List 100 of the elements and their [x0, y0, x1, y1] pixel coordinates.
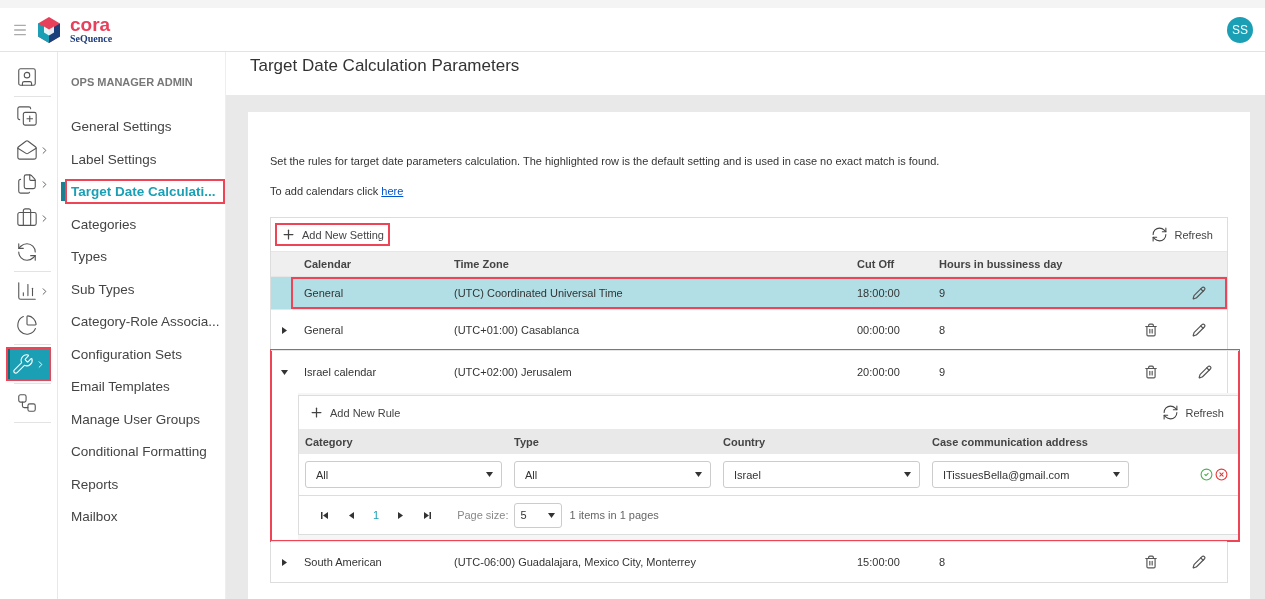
triangle-icon: [281, 326, 288, 334]
dropdown[interactable]: All: [305, 461, 502, 488]
column-header: Type: [513, 435, 540, 448]
table-cell-text: 9: [938, 366, 947, 378]
menu-item[interactable]: General Settings: [65, 114, 225, 139]
logo-name: cora: [70, 15, 112, 34]
refresh-icon: [1151, 226, 1169, 243]
confirm-button[interactable]: [1200, 468, 1213, 481]
intro-text: Set the rules for target date parameters calculation. The highlighted row is the default setting and is used in case no exact match is found.: [270, 155, 941, 167]
expand-toggle[interactable]: [281, 558, 288, 566]
column-header: Category: [304, 435, 354, 448]
person-card-icon: [16, 66, 38, 88]
edit-button[interactable]: [1192, 286, 1206, 300]
last-page-icon: [424, 511, 432, 519]
delete-button[interactable]: [1144, 323, 1158, 337]
logo-icon: [38, 16, 60, 43]
caret-icon: [1113, 472, 1120, 477]
plus-icon: [309, 405, 324, 420]
logo-tagline: SeQuence: [70, 34, 113, 44]
table-cell-text: South American: [303, 556, 383, 568]
caret-icon: [695, 472, 702, 477]
trash-icon: [1144, 555, 1158, 569]
table-cell-text: (UTC-06:00) Guadalajara, Mexico City, Monterrey: [453, 556, 697, 568]
nav-rail-button[interactable]: [6, 347, 51, 381]
section-title: OPS MANAGER ADMIN: [71, 76, 194, 88]
documents-icon: [16, 173, 38, 195]
column-header: Country: [722, 435, 767, 448]
column-header: Time Zone: [453, 258, 510, 270]
expand-toggle[interactable]: [281, 326, 288, 334]
page-size-label: Page size:: [457, 509, 509, 521]
table-cell-text: 8: [938, 324, 947, 336]
table-cell-text: Israel calendar: [303, 366, 378, 378]
menu-item[interactable]: Label Settings: [65, 146, 225, 172]
menu-item[interactable]: Configuration Sets: [65, 341, 225, 367]
add-setting-button[interactable]: Add New Setting: [275, 223, 390, 246]
table-cell-text: (UTC) Coordinated Universal Time: [453, 287, 624, 299]
column-header: Calendar: [303, 258, 353, 270]
menu-item[interactable]: Types: [65, 244, 225, 269]
edit-button[interactable]: [1198, 365, 1212, 379]
trash-icon: [1144, 365, 1158, 379]
plus-icon: [281, 227, 296, 242]
table-cell-text: 15:00:00: [856, 556, 901, 568]
table-cell-text: 20:00:00: [856, 366, 901, 378]
table-row[interactable]: General (UTC) Coordinated Universal Time 18:00:00 9: [271, 276, 1227, 309]
x-circle-icon: [1215, 468, 1228, 481]
workflow-icon: [16, 392, 38, 414]
cancel-button[interactable]: [1215, 468, 1228, 481]
page-title: Target Date Calculation Parameters: [250, 56, 521, 76]
edit-button[interactable]: [1192, 323, 1206, 337]
triangle-icon: [281, 558, 288, 566]
table-cell-text: (UTC+02:00) Jerusalem: [453, 366, 573, 378]
dropdown[interactable]: ITissuesBella@gmail.com: [932, 461, 1129, 488]
refresh-icon: [1162, 404, 1180, 421]
triangle-icon: [348, 511, 355, 519]
copy-plus-icon: [16, 105, 38, 127]
menu-item[interactable]: Email Templates: [65, 374, 225, 399]
pencil-icon: [1192, 555, 1206, 569]
here-link[interactable]: here: [381, 185, 404, 197]
refresh-button[interactable]: Refresh: [1145, 222, 1219, 247]
menu-item[interactable]: Category-Role Associa...: [65, 309, 225, 334]
table-cell-text: 9: [938, 287, 947, 299]
expand-toggle[interactable]: [281, 368, 288, 376]
table-cell-text: 8: [938, 556, 947, 568]
page-size-dropdown[interactable]: 5: [513, 502, 562, 528]
menu-item[interactable]: Categories: [65, 211, 225, 237]
dropdown[interactable]: Israel: [723, 461, 920, 488]
refresh-button[interactable]: Refresh: [1156, 400, 1230, 425]
table-cell-text: 00:00:00: [856, 324, 901, 336]
add-rule-button[interactable]: Add New Rule: [303, 401, 407, 424]
triangle-icon: [397, 511, 405, 519]
delete-button[interactable]: [1144, 555, 1158, 569]
table-cell-text: (UTC+01:00) Casablanca: [453, 324, 581, 336]
menu-item[interactable]: Sub Types: [65, 276, 225, 302]
table-cell-text: 18:00:00: [856, 287, 901, 299]
menu-item[interactable]: Mailbox: [65, 504, 225, 529]
table-row[interactable]: South American (UTC-06:00) Guadalajara, Mexico City, Monterrey 15:00:00 8: [271, 541, 1227, 582]
envelope-icon: [16, 139, 38, 161]
trash-icon: [1144, 323, 1158, 337]
menu-item[interactable]: Manage User Groups: [65, 406, 225, 432]
briefcase-icon: [16, 207, 38, 229]
caret-icon: [547, 512, 555, 518]
pencil-icon: [1192, 323, 1206, 337]
dropdown[interactable]: All: [514, 461, 711, 488]
edit-button[interactable]: [1192, 555, 1206, 569]
first-page-icon: [321, 511, 328, 519]
bar-chart-icon: [16, 280, 38, 302]
pager-info: 1 items in 1 pages: [569, 509, 659, 521]
delete-button[interactable]: [1144, 365, 1158, 379]
hint-text: To add calendars click here: [270, 185, 405, 197]
caret-icon: [486, 472, 493, 477]
menu-item[interactable]: Conditional Formatting: [65, 439, 225, 464]
menu-item[interactable]: Reports: [65, 471, 225, 497]
column-header: Cut Off: [856, 258, 896, 270]
pencil-icon: [1192, 286, 1206, 300]
pie-chart-icon: [16, 314, 38, 336]
pencil-icon: [1198, 365, 1212, 379]
table-row[interactable]: General (UTC+01:00) Casablanca 00:00:00 8: [271, 309, 1227, 350]
table-cell-text: General: [303, 324, 345, 336]
circular-arrows-icon: [16, 241, 38, 263]
caret-icon: [904, 472, 911, 477]
